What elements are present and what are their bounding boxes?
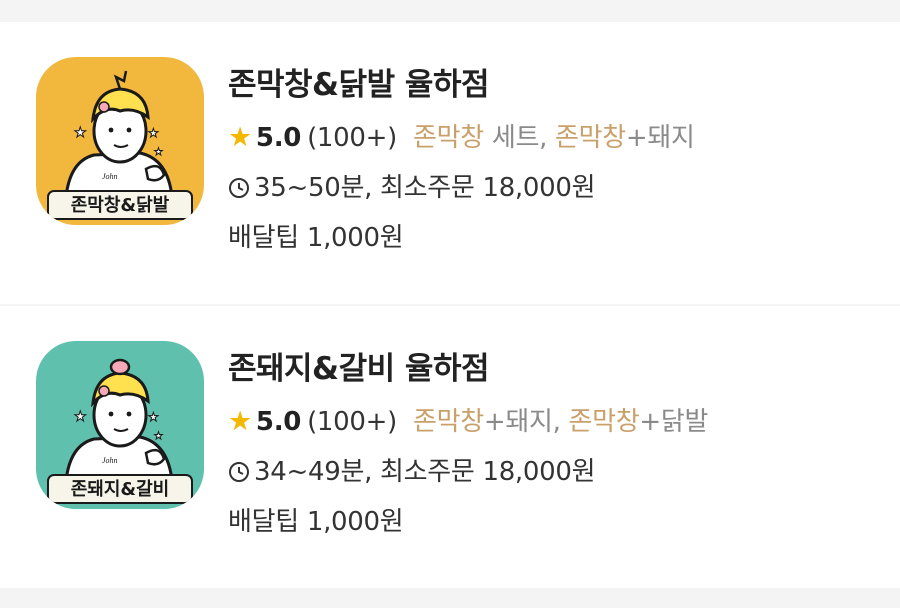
store-logo-image: John ★ ★ ★ 존돼지&갈비 <box>36 341 204 509</box>
review-count: (100+) <box>307 123 397 153</box>
svg-text:★: ★ <box>74 409 87 425</box>
clock-icon <box>228 461 250 483</box>
menu-part: 존막창 <box>568 407 640 437</box>
store-name[interactable]: 존막창&닭발 율하점 <box>228 62 880 108</box>
menu-part: 존막창 <box>412 407 484 437</box>
store-logo[interactable]: John ★ ★ ★ 존막창&닭발 <box>36 57 204 225</box>
svg-text:★: ★ <box>154 431 163 442</box>
store-logo[interactable]: John ★ ★ ★ 존돼지&갈비 <box>36 341 204 509</box>
clock-icon <box>228 177 250 199</box>
store-info: 존막창&닭발 율하점 ★ 5.0 (100+) 존막창 세트, 존막창+돼지 35~5… <box>228 62 880 256</box>
menu-part: 존막창 <box>555 123 626 153</box>
svg-text:★: ★ <box>148 410 159 424</box>
representative-menu: 존막창+돼지, 존막창+닭발 <box>413 407 708 437</box>
delivery-time-row: 35~50분, 최소주문 18,000원 <box>228 170 880 206</box>
delivery-tip: 배달팁 1,000원 <box>228 223 404 253</box>
star-icon: ★ <box>228 406 252 437</box>
store-info: 존돼지&갈비 율하점 ★ 5.0 (100+) 존막창+돼지, 존막창+닭발 34~4… <box>228 346 880 540</box>
thumbs-up-hand <box>144 448 166 466</box>
logo-signature: John <box>102 172 118 181</box>
rating-value: 5.0 <box>255 407 302 437</box>
menu-part: +닭발 <box>639 407 709 437</box>
hair-flower <box>98 385 110 397</box>
delivery-tip: 배달팁 1,000원 <box>228 507 404 537</box>
logo-title: 존돼지&갈비 <box>71 478 170 500</box>
rating-value: 5.0 <box>255 123 302 153</box>
menu-part: +돼지 <box>625 123 695 153</box>
representative-menu: 존막창 세트, 존막창+돼지 <box>413 123 695 153</box>
svg-text:★: ★ <box>74 125 87 141</box>
menu-part: 존막창 <box>412 123 484 153</box>
delivery-time: 35~50분, 최소주문 18,000원 <box>254 173 596 203</box>
store-card-1[interactable]: John ★ ★ ★ 존막창&닭발 존막창&닭발 율하점 ★ 5.0 (100+) 존… <box>0 22 900 304</box>
svg-text:★: ★ <box>148 126 159 140</box>
rating-row: ★ 5.0 (100+) 존막창+돼지, 존막창+닭발 <box>228 404 880 440</box>
logo-title: 존막창&닭발 <box>71 195 170 216</box>
store-name[interactable]: 존돼지&갈비 율하점 <box>228 346 880 392</box>
star-icon: ★ <box>228 122 252 153</box>
rating-row: ★ 5.0 (100+) 존막창 세트, 존막창+돼지 <box>228 120 880 156</box>
hair-flower <box>98 101 110 113</box>
delivery-time: 34~49분, 최소주문 18,000원 <box>254 457 596 487</box>
store-list: John ★ ★ ★ 존막창&닭발 존막창&닭발 율하점 ★ 5.0 (100+) 존… <box>0 0 900 608</box>
review-count: (100+) <box>307 407 397 437</box>
menu-part: +돼지, <box>483 407 569 437</box>
store-card-2[interactable]: John ★ ★ ★ 존돼지&갈비 존돼지&갈비 율하점 ★ 5.0 (100+) 존… <box>0 306 900 588</box>
store-logo-image: John ★ ★ ★ 존막창&닭발 <box>36 57 204 225</box>
svg-text:★: ★ <box>154 147 163 158</box>
thumbs-up-hand <box>144 164 166 182</box>
menu-part: 세트, <box>483 123 555 153</box>
delivery-time-row: 34~49분, 최소주문 18,000원 <box>228 454 880 490</box>
hair-bun <box>109 358 131 376</box>
logo-signature: John <box>102 456 118 465</box>
